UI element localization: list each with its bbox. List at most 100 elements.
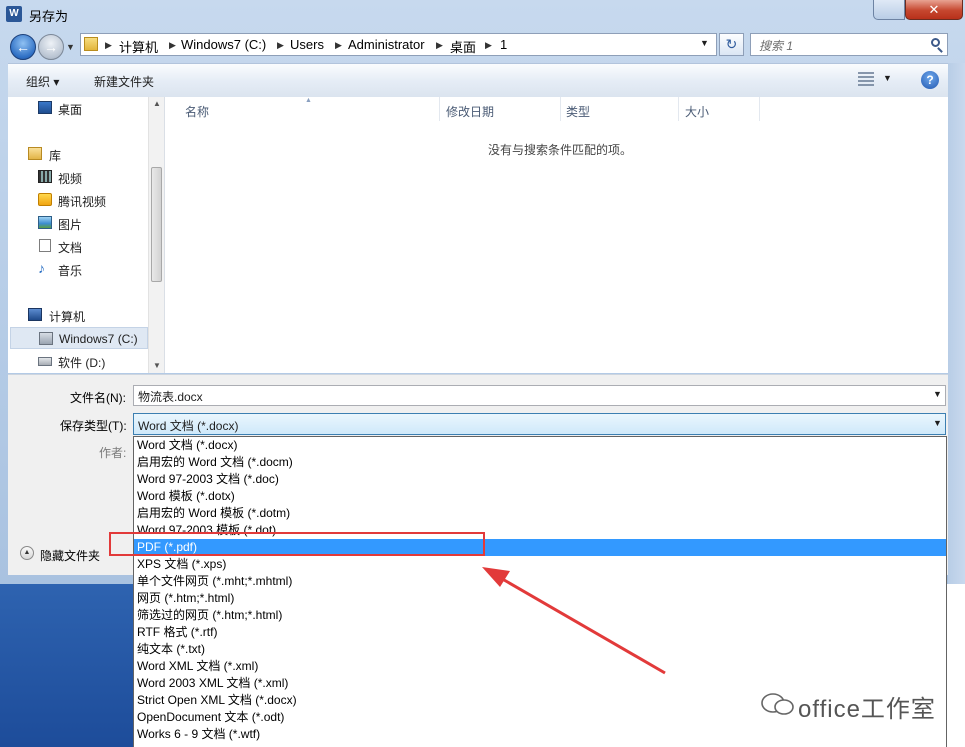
- desktop-blue-area: [0, 584, 133, 747]
- column-header-type[interactable]: 类型: [566, 103, 590, 120]
- column-header-name[interactable]: 名称: [185, 103, 209, 120]
- navigation-pane: 桌面 库 视频 腾讯视频 图片 文档 ♪ 音乐 计算机 Windows7 (C:…: [8, 97, 165, 373]
- filetype-option[interactable]: Word 模板 (*.dotx): [134, 488, 946, 505]
- filename-dropdown-icon[interactable]: ▼: [933, 389, 942, 399]
- nav-item-music[interactable]: ♪ 音乐: [8, 258, 148, 280]
- column-divider[interactable]: [759, 97, 760, 121]
- close-button[interactable]: ✕: [905, 0, 963, 20]
- column-divider[interactable]: [560, 97, 561, 121]
- new-folder-button[interactable]: 新建文件夹: [94, 73, 154, 90]
- search-icon[interactable]: [931, 38, 940, 47]
- history-dropdown-icon[interactable]: ▼: [66, 42, 75, 52]
- back-button[interactable]: ←: [10, 34, 36, 60]
- collapse-up-icon[interactable]: ▲: [20, 546, 34, 560]
- filetype-value: Word 文档 (*.docx): [138, 419, 239, 433]
- filetype-option[interactable]: 启用宏的 Word 文档 (*.docm): [134, 454, 946, 471]
- empty-message: 没有与搜索条件匹配的项。: [488, 143, 633, 157]
- filetype-label: 保存类型(T):: [60, 419, 127, 433]
- search-placeholder: 搜索 1: [759, 39, 794, 53]
- desktop-icon: [38, 101, 52, 114]
- breadcrumb-desktop[interactable]: 桌面: [450, 37, 476, 56]
- filename-input[interactable]: 物流表.docx ▼: [133, 385, 946, 406]
- filetype-dropdown-icon[interactable]: ▼: [933, 418, 942, 428]
- nav-label: Windows7 (C:): [59, 332, 138, 346]
- annotation-highlight-box: [109, 532, 485, 556]
- nav-label: 腾讯视频: [58, 195, 107, 209]
- nav-label: 文档: [58, 241, 83, 255]
- nav-label: 视频: [58, 172, 83, 186]
- nav-item-documents[interactable]: 文档: [8, 235, 148, 257]
- nav-label: 音乐: [58, 264, 83, 278]
- filetype-option[interactable]: Word 文档 (*.docx): [134, 437, 946, 454]
- chevron-right-icon[interactable]: ▶: [335, 37, 342, 53]
- nav-scrollbar[interactable]: ▲ ▼: [148, 97, 164, 373]
- forward-button[interactable]: →: [38, 34, 64, 60]
- filename-label: 文件名(N):: [70, 391, 126, 405]
- column-header-date[interactable]: 修改日期: [446, 103, 494, 120]
- filetype-option[interactable]: 启用宏的 Word 模板 (*.dotm): [134, 505, 946, 522]
- nav-item-pictures[interactable]: 图片: [8, 212, 148, 234]
- drive-d-icon: [38, 357, 52, 366]
- search-input[interactable]: 搜索 1: [750, 33, 948, 56]
- nav-item-drive-c[interactable]: Windows7 (C:): [10, 327, 148, 349]
- address-bar[interactable]: ▶ 计算机 ▶ Windows7 (C:) ▶ Users ▶ Administ…: [80, 33, 717, 56]
- column-divider[interactable]: [439, 97, 440, 121]
- window-border-right: [948, 63, 965, 584]
- address-dropdown-icon[interactable]: ▼: [700, 38, 709, 48]
- column-divider[interactable]: [678, 97, 679, 121]
- nav-label: 库: [49, 149, 62, 163]
- chevron-right-icon[interactable]: ▶: [436, 37, 443, 53]
- annotation-arrow: [482, 567, 666, 675]
- nav-label: 计算机: [49, 310, 86, 324]
- nav-item-tencent-video[interactable]: 腾讯视频: [8, 189, 148, 211]
- file-list: ▲ 名称 修改日期 类型 大小 没有与搜索条件匹配的项。: [165, 97, 948, 373]
- chevron-right-icon[interactable]: ▶: [169, 37, 176, 53]
- breadcrumb-drive[interactable]: Windows7 (C:): [181, 37, 266, 52]
- filetype-option[interactable]: Works 6 - 9 文档 (*.wtf): [134, 726, 946, 743]
- video-icon: [38, 170, 52, 183]
- word-app-icon: W: [6, 6, 22, 22]
- chevron-right-icon[interactable]: ▶: [105, 37, 112, 53]
- watermark-text: office工作室: [798, 696, 936, 723]
- breadcrumb-computer[interactable]: 计算机: [119, 37, 158, 56]
- breadcrumb-administrator[interactable]: Administrator: [348, 37, 425, 52]
- drive-c-icon: [39, 332, 53, 345]
- library-icon: [28, 147, 42, 160]
- nav-item-drive-d[interactable]: 软件 (D:): [8, 350, 148, 372]
- picture-icon: [38, 216, 52, 229]
- filetype-option[interactable]: Word 97-2003 文档 (*.doc): [134, 471, 946, 488]
- view-options-icon[interactable]: [858, 72, 874, 86]
- scrollbar-thumb[interactable]: [151, 167, 162, 282]
- computer-icon: [28, 308, 42, 321]
- nav-label: 图片: [58, 218, 83, 232]
- filetype-select[interactable]: Word 文档 (*.docx) ▼: [133, 413, 946, 435]
- tencent-video-icon: [38, 193, 52, 206]
- music-icon: ♪: [38, 260, 45, 276]
- breadcrumb-folder-1[interactable]: 1: [500, 37, 507, 52]
- window-title: 另存为: [29, 9, 69, 24]
- nav-item-computer[interactable]: 计算机: [8, 304, 148, 326]
- author-label: 作者:: [99, 446, 127, 460]
- hide-folders-button[interactable]: 隐藏文件夹: [40, 547, 100, 564]
- sort-arrow-icon: ▲: [305, 97, 312, 104]
- refresh-button[interactable]: ↻: [719, 33, 744, 56]
- nav-item-desktop[interactable]: 桌面: [8, 97, 148, 119]
- nav-item-video[interactable]: 视频: [8, 166, 148, 188]
- document-icon: [39, 239, 51, 252]
- scroll-down-icon[interactable]: ▼: [153, 361, 161, 370]
- nav-label: 软件 (D:): [58, 356, 106, 370]
- minimize-button[interactable]: [873, 0, 905, 20]
- chevron-right-icon[interactable]: ▶: [277, 37, 284, 53]
- scroll-up-icon[interactable]: ▲: [153, 99, 161, 108]
- chevron-right-icon[interactable]: ▶: [485, 37, 492, 53]
- nav-item-library[interactable]: 库: [8, 143, 148, 165]
- organize-button[interactable]: 组织 ▾: [26, 73, 59, 90]
- wechat-logo-icon: [761, 693, 794, 715]
- filename-value: 物流表.docx: [138, 390, 203, 404]
- help-icon[interactable]: ?: [921, 71, 939, 89]
- breadcrumb-users[interactable]: Users: [290, 37, 324, 52]
- folder-icon: [84, 37, 98, 51]
- nav-label: 桌面: [58, 103, 83, 117]
- view-dropdown-icon[interactable]: ▼: [883, 73, 892, 83]
- column-header-size[interactable]: 大小: [685, 103, 709, 120]
